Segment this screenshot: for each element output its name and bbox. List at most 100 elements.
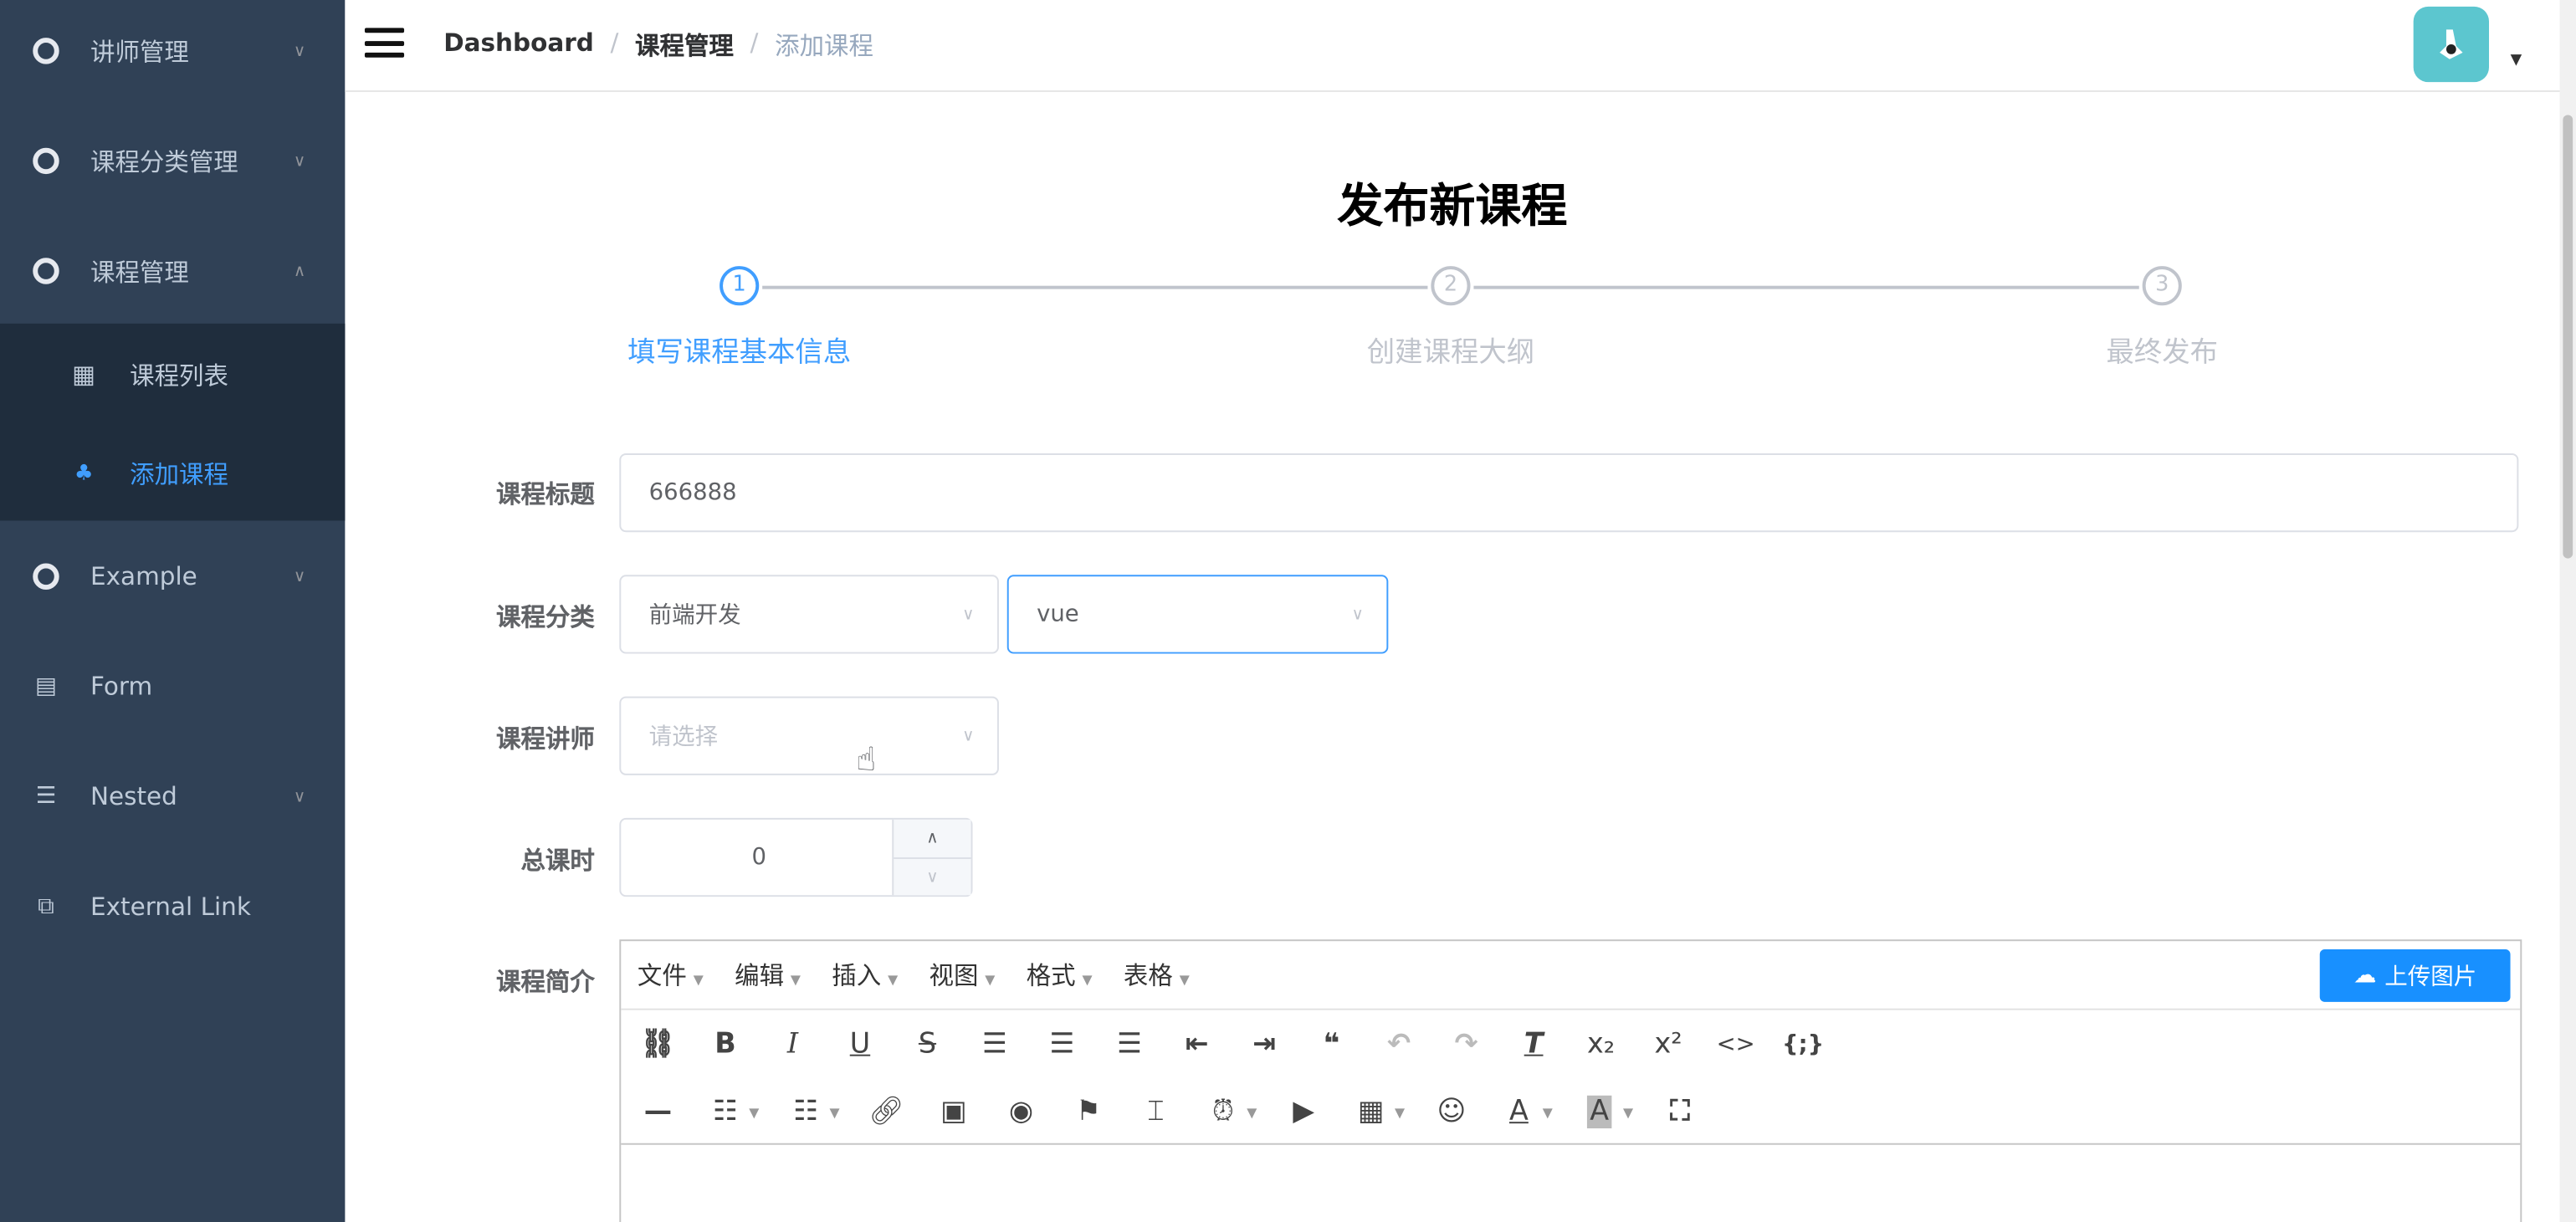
dropdown-arrow-icon[interactable]: ▼ — [1536, 1105, 1559, 1120]
blockquote-icon[interactable]: ❝ — [1298, 1028, 1365, 1061]
menu-edit[interactable]: 编辑 ▼ — [735, 958, 801, 992]
menu-insert[interactable]: 插入 ▼ — [832, 958, 898, 992]
anchor-icon[interactable]: ⚑ — [1055, 1096, 1123, 1128]
sidebar-item-add-course[interactable]: ♣ 添加课程 — [0, 432, 345, 514]
chevron-down-icon: ∨ — [293, 567, 306, 586]
chevron-down-icon: ∨ — [293, 787, 306, 806]
menu-table[interactable]: 表格 ▼ — [1124, 958, 1190, 992]
outdent-icon[interactable]: ⇤ — [1163, 1028, 1231, 1061]
navbar: Dashboard / 课程管理 / 添加课程 ▼ — [345, 0, 2576, 92]
fullscreen-icon[interactable]: ⛶ — [1646, 1096, 1714, 1128]
image-icon[interactable]: ▣ — [920, 1096, 988, 1128]
decrease-button[interactable]: ∨ — [894, 859, 970, 897]
chevron-down-icon: ∨ — [962, 605, 975, 624]
step-connector — [1473, 285, 2139, 289]
undo-icon[interactable]: ↶ — [1365, 1028, 1433, 1061]
breadcrumb: Dashboard / 课程管理 / 添加课程 — [443, 28, 873, 62]
lifebuoy-icon — [33, 38, 59, 64]
chevron-down-icon: ∨ — [293, 42, 306, 60]
step-1-label: 填写课程基本信息 — [627, 336, 852, 370]
indent-icon[interactable]: ⇥ — [1231, 1028, 1298, 1061]
sidebar: 讲师管理 ∨ 课程分类管理 ∨ 课程管理 ∧ ▦ 课程列表 ♣ 添加课程 Example ∨… — [0, 0, 346, 1222]
media-icon[interactable]: ▶ — [1270, 1096, 1338, 1128]
sidebar-item-teacher[interactable]: 讲师管理 ∨ — [0, 10, 345, 92]
underline-icon[interactable]: U — [827, 1028, 894, 1061]
intro-label: 课程简介 — [496, 967, 595, 997]
hamburger-icon[interactable] — [364, 28, 405, 58]
dropdown-arrow-icon[interactable]: ▼ — [823, 1105, 846, 1120]
code-icon[interactable]: <> — [1702, 1031, 1769, 1057]
chevron-down-icon: ∨ — [962, 726, 975, 745]
align-center-icon[interactable]: ☰ — [1028, 1028, 1096, 1061]
find-icon[interactable]: ⛓ — [624, 1028, 692, 1061]
lifebuoy-icon — [33, 258, 59, 284]
emoticons-icon[interactable]: ☺ — [1418, 1096, 1486, 1128]
sidebar-item-external-link[interactable]: ⧉ External Link — [0, 866, 345, 948]
align-right-icon[interactable]: ☰ — [1096, 1028, 1164, 1061]
sidebar-item-course-list[interactable]: ▦ 课程列表 — [0, 334, 345, 416]
superscript-icon[interactable]: x² — [1635, 1028, 1703, 1061]
external-link-icon: ⧉ — [38, 893, 54, 920]
preview-icon[interactable]: ◉ — [987, 1096, 1055, 1128]
sidebar-item-course[interactable]: 课程管理 ∧ — [0, 230, 345, 312]
hours-stepper[interactable]: 0 ∧ ∨ — [619, 817, 973, 897]
editor-menubar: 文件 ▼ 编辑 ▼ 插入 ▼ 视图 ▼ 格式 ▼ 表格 ▼ — [621, 941, 2521, 1010]
lifebuoy-icon — [33, 563, 59, 590]
step-2-icon: 2 — [1431, 266, 1471, 306]
editor-content-area[interactable] — [621, 1143, 2521, 1222]
sidebar-item-category[interactable]: 课程分类管理 ∨ — [0, 120, 345, 202]
clear-format-icon[interactable]: T — [1500, 1028, 1568, 1061]
step-3-icon: 3 — [2142, 266, 2182, 306]
table-icon: ▦ — [72, 360, 96, 390]
chevron-down-icon: ∨ — [1351, 605, 1364, 624]
list-icon: ☰ — [35, 783, 57, 810]
menu-file[interactable]: 文件 ▼ — [638, 958, 704, 992]
hours-label: 总课时 — [520, 846, 595, 876]
form-icon: ▤ — [34, 673, 57, 700]
category-primary-select[interactable]: 前端开发 ∨ — [619, 575, 999, 654]
page-break-icon[interactable]: ⌶ — [1122, 1096, 1190, 1128]
subscript-icon[interactable]: x₂ — [1567, 1028, 1635, 1061]
page-title: 发布新课程 — [1337, 179, 1568, 233]
sidebar-item-form[interactable]: ▤ Form — [0, 646, 345, 728]
chevron-up-icon: ∧ — [293, 262, 306, 280]
strikethrough-icon[interactable]: S — [894, 1028, 961, 1061]
dropdown-arrow-icon[interactable]: ▼ — [1616, 1105, 1639, 1120]
title-label: 课程标题 — [496, 479, 595, 509]
breadcrumb-dashboard[interactable]: Dashboard — [443, 28, 594, 62]
menu-format[interactable]: 格式 ▼ — [1027, 958, 1093, 992]
step-2-label: 创建课程大纲 — [1366, 336, 1535, 370]
step-connector — [762, 285, 1428, 289]
bold-icon[interactable]: B — [692, 1028, 760, 1061]
step-3-label: 最终发布 — [2106, 336, 2218, 370]
increase-button[interactable]: ∧ — [894, 820, 971, 860]
tree-icon: ♣ — [74, 460, 94, 486]
category-label: 课程分类 — [496, 602, 595, 633]
course-title-input[interactable]: 666888 — [619, 452, 2519, 533]
step-1-icon: 1 — [720, 266, 760, 306]
upload-image-button[interactable]: ☁ 上传图片 — [2319, 949, 2511, 1002]
italic-icon[interactable]: I — [759, 1028, 827, 1061]
align-left-icon[interactable]: ☰ — [961, 1028, 1029, 1061]
scrollbar[interactable] — [2559, 0, 2576, 1222]
dropdown-arrow-icon[interactable]: ▼ — [1241, 1105, 1263, 1120]
teacher-label: 课程讲师 — [496, 723, 595, 754]
caret-down-icon[interactable]: ▼ — [2511, 53, 2522, 69]
link-icon[interactable]: 🔗︎ — [853, 1096, 920, 1128]
hand-cursor-icon: ☝ — [856, 739, 877, 779]
redo-icon[interactable]: ↷ — [1432, 1028, 1500, 1061]
horizontal-rule-icon[interactable]: — — [624, 1096, 692, 1128]
category-secondary-select[interactable]: vue ∨ — [1006, 575, 1389, 654]
code-sample-icon[interactable]: {;} — [1769, 1031, 1837, 1057]
breadcrumb-course: 课程管理 — [635, 31, 734, 61]
rich-text-editor: 文件 ▼ 编辑 ▼ 插入 ▼ 视图 ▼ 格式 ▼ 表格 ▼ ☁ 上传图片 ⛓ B I U S … — [619, 939, 2522, 1222]
menu-view[interactable]: 视图 ▼ — [930, 958, 996, 992]
lifebuoy-icon — [33, 147, 59, 175]
sidebar-item-nested[interactable]: ☰ Nested ∨ — [0, 755, 345, 837]
teacher-select[interactable]: 请选择 ∨ — [619, 696, 999, 775]
sidebar-item-example[interactable]: Example ∨ — [0, 535, 345, 617]
dropdown-arrow-icon[interactable]: ▼ — [1388, 1105, 1411, 1120]
dropdown-arrow-icon[interactable]: ▼ — [743, 1105, 766, 1120]
avatar[interactable] — [2413, 6, 2490, 83]
cloud-upload-icon: ☁ — [2353, 962, 2377, 989]
